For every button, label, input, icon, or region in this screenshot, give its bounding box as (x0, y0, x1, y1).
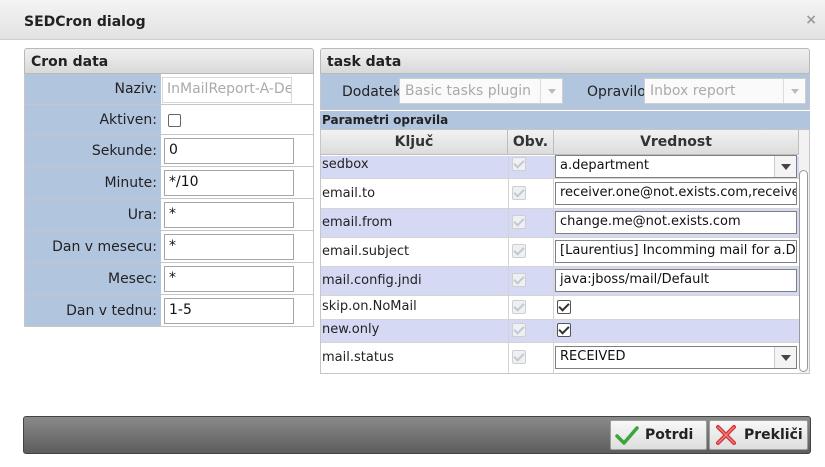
opravilo-label: Opravilo (587, 84, 646, 100)
cron-row-dan-v-tednu: Dan v tednu: 1-5 (25, 295, 313, 326)
param-value: a.department (560, 158, 650, 173)
cron-row-dan-v-mesecu: Dan v mesecu: * (25, 231, 313, 263)
params-grid: Ključ Obv. Vrednost sedbox a.department … (320, 129, 810, 374)
task-data-header: task data (320, 48, 810, 74)
param-value-select[interactable]: a.department (555, 155, 797, 178)
param-key: new.only (322, 322, 380, 337)
col-kljuc[interactable]: Ključ (321, 130, 508, 155)
param-key: email.to (322, 186, 376, 201)
param-key: skip.on.NoMail (322, 299, 417, 314)
naziv-label: Naziv: (25, 74, 161, 104)
table-row[interactable]: mail.status RECEIVED (321, 343, 799, 373)
confirm-label: Potrdi (645, 427, 694, 443)
param-key: sedbox (322, 157, 369, 172)
cron-row-ura: Ura: * (25, 199, 313, 231)
cron-row-mesec: Mesec: * (25, 263, 313, 295)
dialog-title: SEDCron dialog (24, 14, 146, 30)
chevron-down-icon (783, 79, 805, 103)
grid-scrollbar[interactable] (799, 130, 809, 373)
close-icon[interactable]: × (805, 12, 817, 28)
grid-header: Ključ Obv. Vrednost (321, 130, 799, 155)
param-value-checkbox[interactable] (557, 300, 571, 314)
param-value-input[interactable]: java:jboss/mail/Default (555, 269, 797, 292)
dan-v-mesecu-label: Dan v mesecu: (25, 231, 161, 262)
param-value-input[interactable]: receiver.one@not.exists.com,receiver.tw (555, 182, 797, 205)
param-key: email.subject (322, 244, 410, 259)
chevron-down-icon (774, 156, 796, 177)
dodatek-value: Basic tasks plugin (405, 83, 532, 99)
cancel-button[interactable]: Prekliči (709, 420, 808, 450)
obv-checkbox (512, 157, 526, 171)
dan-v-tednu-field[interactable]: 1-5 (164, 298, 294, 324)
obv-checkbox (512, 273, 526, 287)
cron-row-naziv: Naziv: InMailReport-A-Dep (25, 74, 313, 105)
obv-checkbox (512, 323, 526, 337)
chevron-down-icon (774, 347, 796, 368)
obv-checkbox (512, 350, 526, 364)
aktiven-label: Aktiven: (25, 105, 161, 134)
table-row[interactable]: email.to receiver.one@not.exists.com,rec… (321, 179, 799, 209)
cron-data-form: Naziv: InMailReport-A-Dep Aktiven: Sekun… (24, 74, 314, 327)
mesec-field[interactable]: * (164, 266, 294, 292)
ura-field[interactable]: * (164, 202, 294, 228)
params-header: Parametri opravila (320, 111, 810, 129)
dodatek-select[interactable]: Basic tasks plugin (399, 78, 563, 104)
cron-data-header: Cron data (24, 48, 314, 74)
param-key: mail.config.jndi (322, 273, 422, 288)
table-row[interactable]: mail.config.jndi java:jboss/mail/Default (321, 267, 799, 296)
task-selector-bar: Dodatek Basic tasks plugin Opravilo Inbo… (320, 74, 810, 110)
dialog-footer: Potrdi Prekliči (23, 416, 811, 454)
obv-checkbox (512, 215, 526, 229)
naziv-field[interactable]: InMailReport-A-Dep (162, 77, 292, 103)
minute-field[interactable]: */10 (164, 170, 294, 196)
table-row[interactable]: sedbox a.department (321, 155, 799, 179)
dialog-titlebar: SEDCron dialog × (0, 0, 825, 40)
obv-checkbox (512, 300, 526, 314)
chevron-down-icon (540, 79, 562, 103)
cron-row-aktiven: Aktiven: (25, 105, 313, 135)
table-row[interactable]: email.from change.me@not.exists.com (321, 209, 799, 238)
param-key: email.from (322, 215, 393, 230)
param-value-checkbox[interactable] (557, 323, 571, 337)
cron-row-sekunde: Sekunde: 0 (25, 135, 313, 167)
dan-v-mesecu-field[interactable]: * (164, 234, 294, 260)
checkmark-icon (615, 426, 639, 445)
sekunde-field[interactable]: 0 (164, 138, 294, 164)
confirm-button[interactable]: Potrdi (610, 420, 707, 450)
param-key: mail.status (322, 350, 394, 365)
table-row[interactable]: new.only (321, 320, 799, 343)
param-value: RECEIVED (560, 349, 626, 364)
table-row[interactable]: skip.on.NoMail (321, 296, 799, 320)
table-row[interactable]: email.subject [Laurentius] Incomming mai… (321, 238, 799, 267)
opravilo-select[interactable]: Inbox report (644, 78, 806, 104)
obv-checkbox (512, 244, 526, 258)
cross-icon (716, 425, 736, 445)
cron-row-minute: Minute: */10 (25, 167, 313, 199)
sekunde-label: Sekunde: (25, 135, 161, 166)
mesec-label: Mesec: (25, 263, 161, 294)
scrollbar-thumb[interactable] (799, 170, 808, 372)
col-vrednost[interactable]: Vrednost (554, 130, 799, 155)
ura-label: Ura: (25, 199, 161, 230)
aktiven-checkbox[interactable] (168, 114, 181, 127)
param-value-select[interactable]: RECEIVED (555, 346, 797, 369)
dodatek-label: Dodatek (342, 84, 402, 100)
dan-v-tednu-label: Dan v tednu: (25, 295, 161, 326)
col-obv[interactable]: Obv. (508, 130, 554, 155)
param-value-input[interactable]: change.me@not.exists.com (555, 211, 797, 234)
cancel-label: Prekliči (744, 427, 803, 443)
obv-checkbox (512, 186, 526, 200)
opravilo-value: Inbox report (650, 83, 736, 99)
minute-label: Minute: (25, 167, 161, 198)
param-value-input[interactable]: [Laurentius] Incomming mail for a.Depar (555, 240, 797, 263)
